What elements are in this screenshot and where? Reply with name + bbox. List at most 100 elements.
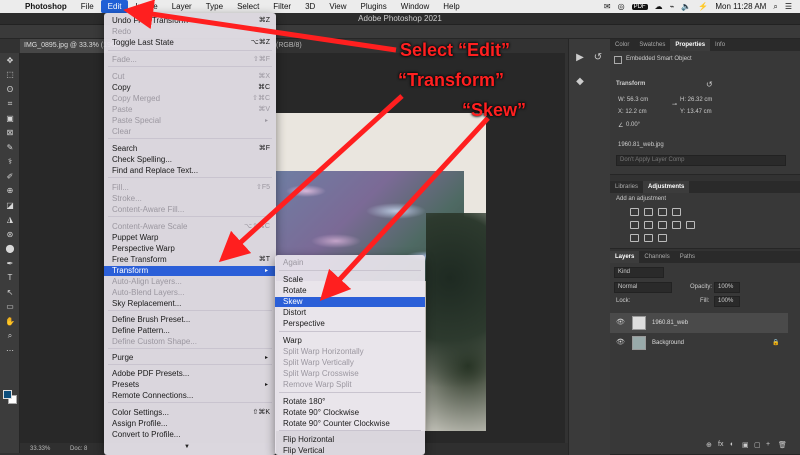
menu-file[interactable]: File (74, 0, 101, 13)
menu-select[interactable]: Select (230, 0, 266, 13)
tool-icon[interactable]: ✋ (0, 314, 20, 329)
tool-icon[interactable]: ◪ (0, 198, 20, 213)
tool-icon[interactable]: ▭ (0, 300, 20, 315)
tab-swatches[interactable]: Swatches (634, 39, 670, 51)
tool-icon[interactable]: ⬤ (0, 242, 20, 257)
foreground-color-swatch[interactable] (3, 390, 12, 399)
blend-mode-select[interactable]: Normal (614, 282, 672, 293)
y-field[interactable]: Y: 13.47 cm (680, 109, 712, 115)
transform-menu-item[interactable]: Skew (275, 297, 425, 307)
menu-view[interactable]: View (322, 0, 353, 13)
battery-icon[interactable]: ⚡ (698, 2, 708, 11)
x-field[interactable]: X: 12.2 cm (618, 109, 647, 115)
tab-layers[interactable]: Layers (610, 251, 640, 263)
menu-filter[interactable]: Filter (266, 0, 298, 13)
edit-menu-item[interactable]: Define Brush Preset... (104, 315, 276, 325)
layer-row[interactable]: 👁 1960.81_web (610, 313, 788, 333)
tool-icon[interactable]: ʘ (0, 82, 20, 97)
edit-menu-item[interactable]: Define Pattern... (104, 326, 276, 336)
photo-filter-icon[interactable] (686, 221, 695, 229)
tool-icon[interactable]: ⌕ (0, 329, 20, 344)
edit-menu-item[interactable]: Purge ▸ (104, 353, 276, 363)
tool-icon[interactable]: ✒ (0, 256, 20, 271)
spotlight-icon[interactable]: ⌕ (773, 2, 777, 12)
curves-icon[interactable] (658, 208, 667, 216)
edit-menu-item[interactable]: Check Spelling... (104, 155, 276, 165)
menu-layer[interactable]: Layer (165, 0, 199, 13)
transform-menu-item[interactable]: Rotate 90° Clockwise (275, 408, 425, 418)
transform-menu-item[interactable]: Perspective (275, 319, 425, 329)
reset-transform-icon[interactable]: ↺ (706, 80, 713, 89)
edit-menu-item[interactable]: Assign Profile... (104, 419, 276, 429)
angle-field[interactable]: 0.00° (626, 122, 640, 128)
transform-menu-item[interactable]: Warp (275, 336, 425, 346)
tab-libraries[interactable]: Libraries (610, 181, 643, 193)
tool-icon[interactable]: ⌗ (0, 97, 20, 112)
transform-menu-item[interactable]: Rotate 180° (275, 397, 425, 407)
layer-comp-select[interactable]: Don't Apply Layer Comp (616, 155, 786, 166)
edit-menu-item[interactable]: Find and Replace Text... (104, 166, 276, 176)
scroll-down-icon[interactable]: ▼ (184, 444, 190, 450)
layer-name[interactable]: 1960.81_web (652, 313, 688, 333)
tool-icon[interactable]: ▣ (0, 111, 20, 126)
wifi-icon[interactable]: ⌁ (670, 2, 675, 11)
cloud-icon[interactable]: ☁ (655, 2, 663, 11)
tool-icon[interactable]: ✎ (0, 140, 20, 155)
height-field[interactable]: H: 26.32 cm (680, 97, 712, 103)
edit-menu-item[interactable]: Copy ⌘C (104, 83, 276, 93)
fx-icon[interactable]: fx (718, 441, 723, 448)
tab-info[interactable]: Info (710, 39, 730, 51)
tool-icon[interactable]: ⋯ (0, 343, 20, 358)
edit-menu-item[interactable]: Free Transform ⌘T (104, 255, 276, 265)
pdf-icon[interactable]: PDF (631, 3, 648, 10)
tool-icon[interactable]: ⚕ (0, 155, 20, 170)
levels-icon[interactable] (644, 208, 653, 216)
mask-icon[interactable]: ◐ (730, 441, 734, 448)
tool-icon[interactable]: ↖ (0, 285, 20, 300)
tool-icon[interactable]: ◮ (0, 213, 20, 228)
color-balance-icon[interactable] (658, 221, 667, 229)
3d-cube-icon[interactable]: ◆ (573, 75, 587, 89)
notification-center-icon[interactable]: ☰ (785, 2, 792, 11)
edit-menu-item[interactable]: Remote Connections... (104, 391, 276, 401)
edit-menu-item[interactable]: Toggle Last State ⌥⌘Z (104, 38, 276, 48)
tool-icon[interactable]: ⊠ (0, 126, 20, 141)
tool-icon[interactable]: ⬚ (0, 68, 20, 83)
transform-menu-item[interactable]: Rotate 90° Counter Clockwise (275, 419, 425, 429)
tool-icon[interactable]: T (0, 271, 20, 286)
menu-3d[interactable]: 3D (298, 0, 322, 13)
edit-menu-item[interactable]: Transform ▸ (104, 266, 276, 276)
visibility-eye-icon[interactable]: 👁 (616, 333, 625, 353)
edit-menu-item[interactable]: Adobe PDF Presets... (104, 369, 276, 379)
new-layer-icon[interactable]: + (766, 441, 770, 448)
edit-menu-item[interactable]: Color Settings... ⇧⌘K (104, 408, 276, 418)
opacity-field[interactable]: 100% (714, 282, 740, 293)
volume-icon[interactable]: 🔈 (681, 2, 691, 11)
fill-field[interactable]: 100% (714, 296, 740, 307)
edit-menu-item[interactable]: Search ⌘F (104, 144, 276, 154)
tab-channels[interactable]: Channels (639, 251, 674, 263)
threshold-icon[interactable] (658, 234, 667, 242)
tool-icon[interactable]: ✐ (0, 169, 20, 184)
tool-icon[interactable]: ⊛ (0, 227, 20, 242)
edit-menu-item[interactable]: Convert to Profile... (104, 430, 276, 440)
zoom-level[interactable]: 33.33% (30, 446, 50, 452)
layer-filter-select[interactable]: Kind (614, 267, 664, 278)
clock[interactable]: Mon 11:28 AM (715, 2, 766, 11)
vibrance-icon[interactable] (630, 221, 639, 229)
group-icon[interactable]: ▢ (754, 441, 761, 449)
trash-icon[interactable]: 🗑 (778, 441, 787, 449)
brightness-icon[interactable] (630, 208, 639, 216)
play-icon[interactable]: ▶ (573, 51, 587, 65)
menu-help[interactable]: Help (436, 0, 466, 13)
edit-menu-item[interactable]: Perspective Warp (104, 244, 276, 254)
layer-row[interactable]: 👁 Background 🔒 (610, 333, 788, 353)
tool-icon[interactable]: ✥ (0, 53, 20, 68)
layer-name[interactable]: Background (652, 333, 684, 353)
menu-image[interactable]: Image (128, 0, 164, 13)
menu-type[interactable]: Type (199, 0, 230, 13)
edit-menu-item[interactable]: Sky Replacement... (104, 299, 276, 309)
target-icon[interactable]: ◎ (618, 2, 625, 11)
edit-menu-item[interactable]: Undo Free Transform ⌘Z (104, 16, 276, 26)
tab-color[interactable]: Color (610, 39, 634, 51)
